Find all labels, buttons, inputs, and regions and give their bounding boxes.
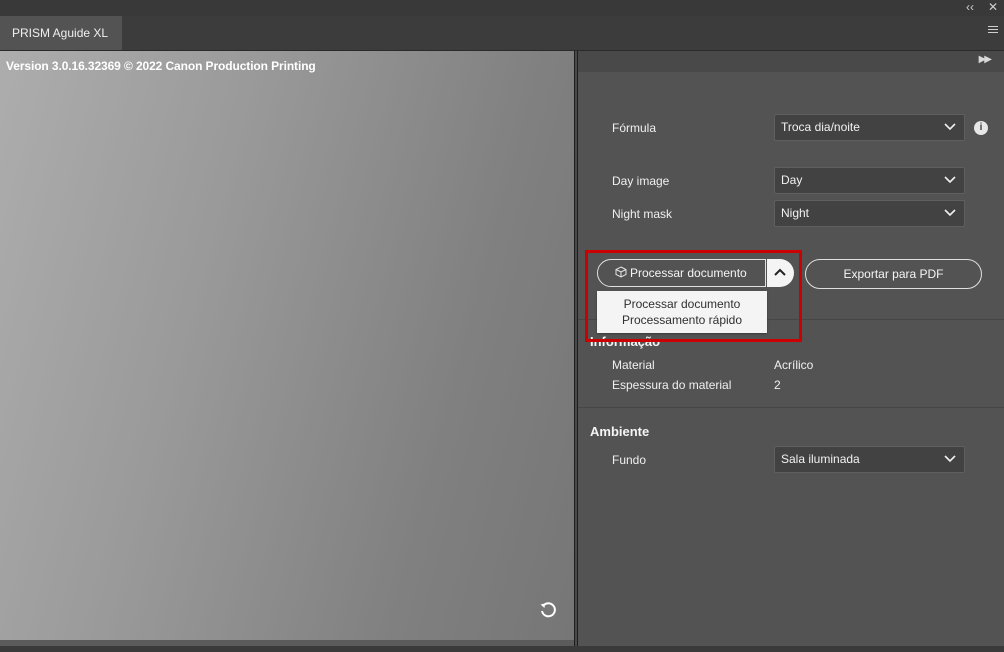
refresh-icon[interactable]	[538, 600, 558, 620]
chevron-down-icon	[944, 176, 956, 184]
chevron-down-icon	[944, 123, 956, 131]
formula-value: Troca dia/noite	[781, 120, 860, 134]
tab-bar: PRISM Aguide XL	[0, 16, 1004, 51]
expand-panel-icon[interactable]: ▶▶	[979, 54, 992, 65]
material-label: Material	[612, 358, 655, 372]
thickness-value: 2	[774, 378, 781, 392]
version-text: Version 3.0.16.32369 © 2022 Canon Produc…	[6, 59, 316, 73]
info-icon[interactable]: i	[974, 121, 988, 135]
export-pdf-button[interactable]: Exportar para PDF	[805, 259, 982, 289]
day-image-label: Day image	[612, 174, 670, 188]
panel-header: ▶▶	[578, 51, 1004, 72]
material-value: Acrílico	[774, 358, 814, 372]
panel-menu-icon[interactable]	[988, 26, 998, 36]
section-divider	[578, 407, 1004, 408]
day-image-select[interactable]: Day	[774, 167, 965, 194]
chevron-down-icon	[944, 455, 956, 463]
window-title-bar: ‹‹ ✕	[0, 0, 1004, 16]
tab-prism-aguide[interactable]: PRISM Aguide XL	[0, 16, 122, 50]
background-value: Sala iluminada	[781, 452, 860, 466]
chevron-down-icon	[944, 209, 956, 217]
ambient-section-title: Ambiente	[590, 424, 650, 439]
night-mask-value: Night	[781, 206, 810, 220]
night-mask-select[interactable]: Night	[774, 200, 965, 227]
bottom-strip	[0, 646, 1004, 652]
night-mask-label: Night mask	[612, 207, 673, 221]
background-label: Fundo	[612, 453, 647, 467]
highlight-box	[585, 250, 802, 342]
formula-select[interactable]: Troca dia/noite	[774, 114, 965, 141]
preview-area: Version 3.0.16.32369 © 2022 Canon Produc…	[0, 51, 574, 640]
thickness-label: Espessura do material	[612, 378, 732, 392]
background-select[interactable]: Sala iluminada	[774, 446, 965, 473]
settings-panel: ▶▶ Fórmula Troca dia/noite i Day image D…	[578, 51, 1004, 652]
formula-label: Fórmula	[612, 121, 657, 135]
day-image-value: Day	[781, 173, 803, 187]
collapse-panels-icon[interactable]: ‹‹	[962, 0, 978, 16]
close-icon[interactable]: ✕	[985, 0, 1001, 16]
